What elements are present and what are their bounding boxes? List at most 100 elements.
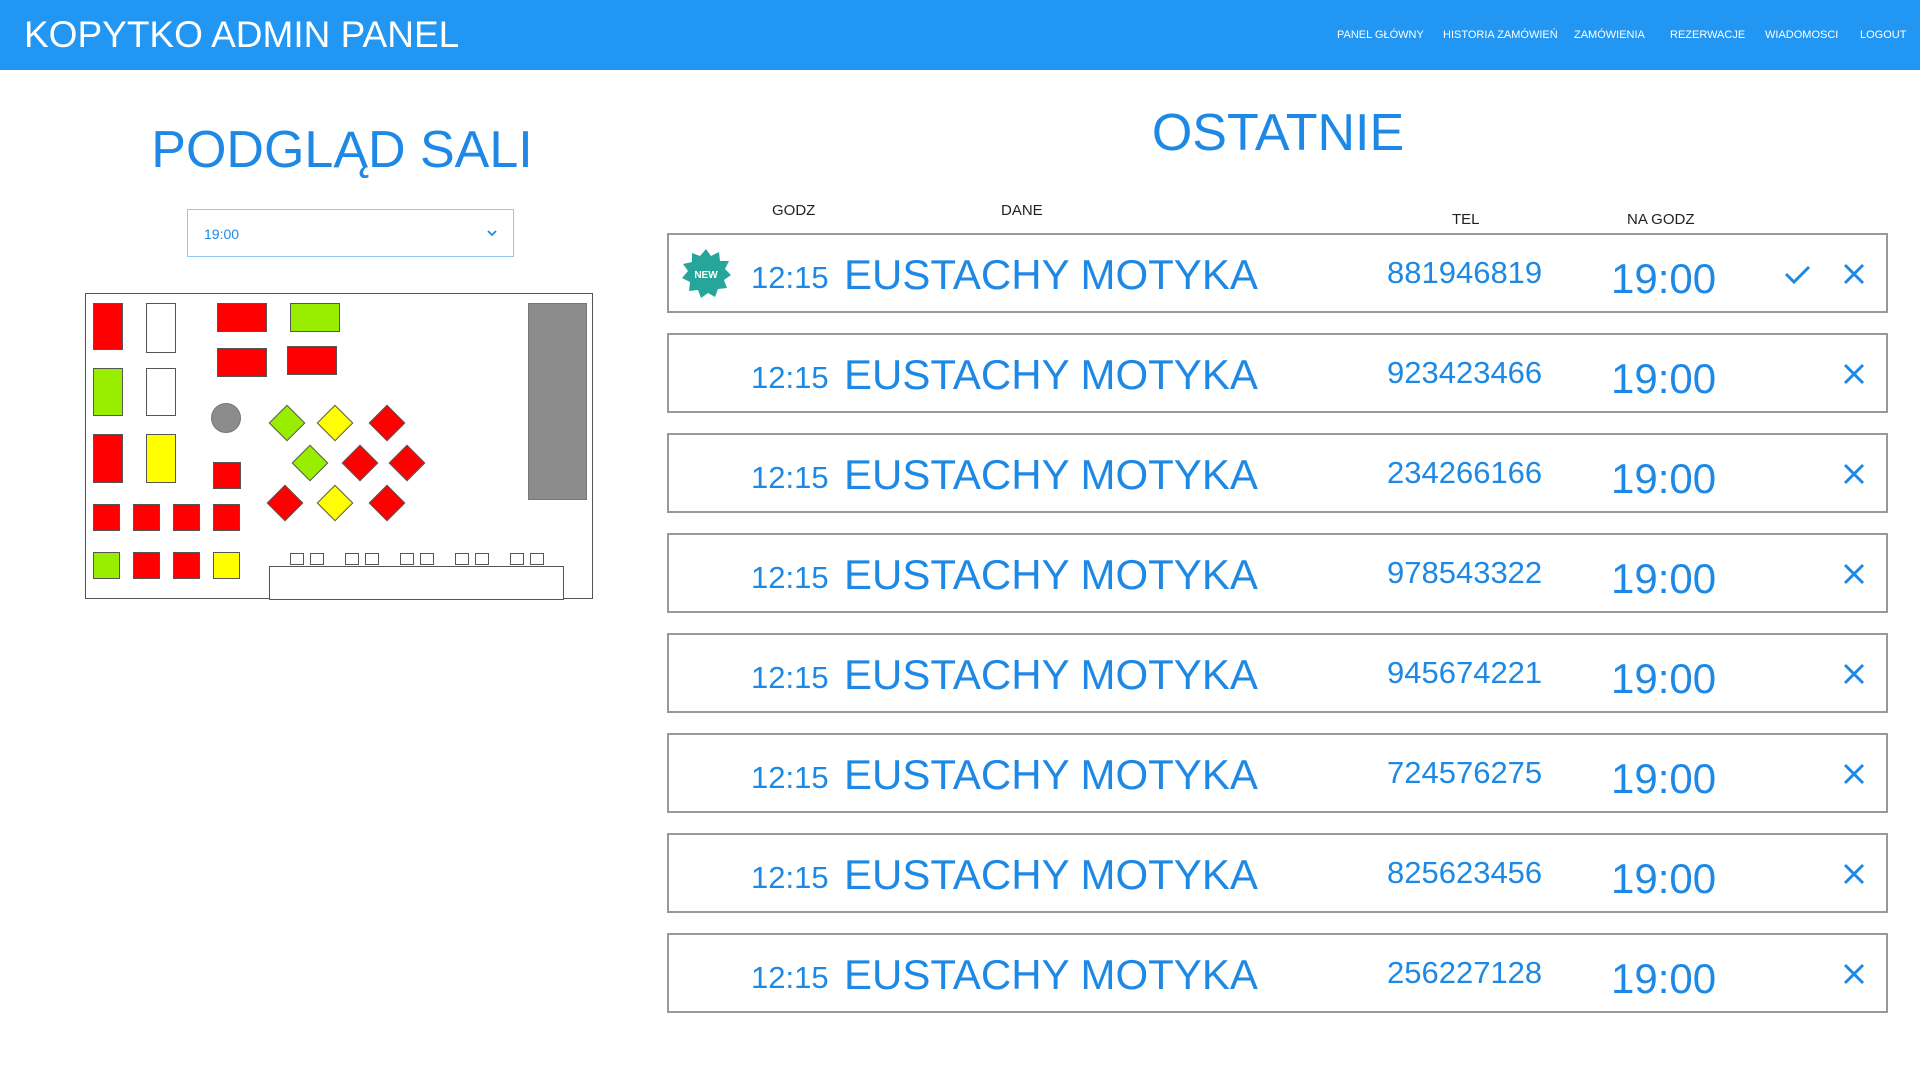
reservation-name: EUSTACHY MOTYKA: [844, 651, 1258, 698]
reservation-created-time: 12:15: [751, 260, 829, 295]
time-select-value: 19:00: [204, 226, 240, 242]
reservation-time: 19:00: [1611, 255, 1717, 302]
table[interactable]: [213, 552, 240, 579]
reservation-row[interactable]: 12:15 EUSTACHY MOTYKA 825623456 19:00: [667, 833, 1888, 913]
close-icon[interactable]: [1839, 559, 1869, 589]
column-header-tel: TEL: [1452, 211, 1480, 228]
table-diamond[interactable]: [368, 404, 406, 442]
table[interactable]: [217, 303, 267, 332]
bar-seat[interactable]: [455, 553, 469, 565]
reservation-name: EUSTACHY MOTYKA: [844, 551, 1258, 598]
app-title[interactable]: KOPYTKO ADMIN PANEL: [24, 14, 459, 56]
bar-seat[interactable]: [530, 553, 544, 565]
reservation-created-time: 12:15: [751, 460, 829, 495]
round-table[interactable]: [211, 403, 241, 433]
nav-wiadomosci[interactable]: WIADOMOSCI: [1765, 29, 1838, 41]
reservation-row[interactable]: 12:15 EUSTACHY MOTYKA 256227128 19:00: [667, 933, 1888, 1013]
reservation-created-time: 12:15: [751, 860, 829, 895]
nav-logout[interactable]: LOGOUT: [1860, 29, 1906, 41]
reservation-name: EUSTACHY MOTYKA: [844, 751, 1258, 798]
reservation-row[interactable]: 12:15 EUSTACHY MOTYKA 978543322 19:00: [667, 533, 1888, 613]
table[interactable]: [133, 552, 160, 579]
close-icon[interactable]: [1839, 659, 1869, 689]
table[interactable]: [213, 462, 241, 489]
reservation-phone: 234266166: [1387, 455, 1543, 490]
column-header-name: DANE: [1001, 202, 1043, 219]
reservation-created-time: 12:15: [751, 560, 829, 595]
table-diamond[interactable]: [316, 404, 354, 442]
close-icon[interactable]: [1839, 859, 1869, 889]
nav-zamowienia[interactable]: ZAMÓWIENIA: [1574, 29, 1645, 41]
new-badge-icon: NEW: [682, 249, 731, 298]
reservation-time: 19:00: [1611, 855, 1717, 902]
table[interactable]: [93, 504, 120, 531]
column-header-at: NA GODZ: [1627, 211, 1695, 228]
nav-panel-glowny[interactable]: PANEL GŁÓWNY: [1337, 29, 1424, 41]
reservation-time: 19:00: [1611, 955, 1717, 1002]
table[interactable]: [133, 504, 160, 531]
table-diamond[interactable]: [341, 444, 379, 482]
table[interactable]: [146, 368, 176, 416]
reservation-name: EUSTACHY MOTYKA: [844, 351, 1258, 398]
reservation-row[interactable]: 12:15 EUSTACHY MOTYKA 724576275 19:00: [667, 733, 1888, 813]
serving-counter: [269, 566, 564, 600]
close-icon[interactable]: [1839, 359, 1869, 389]
reservation-row[interactable]: 12:15 EUSTACHY MOTYKA 945674221 19:00: [667, 633, 1888, 713]
reservation-name: EUSTACHY MOTYKA: [844, 851, 1258, 898]
bar-seat[interactable]: [365, 553, 379, 565]
table-diamond[interactable]: [368, 484, 406, 522]
reservation-time: 19:00: [1611, 755, 1717, 802]
chevron-down-icon: [487, 230, 497, 237]
table-diamond[interactable]: [316, 484, 354, 522]
bar-seat[interactable]: [345, 553, 359, 565]
table[interactable]: [93, 303, 123, 350]
table[interactable]: [93, 552, 120, 579]
close-icon[interactable]: [1839, 759, 1869, 789]
table[interactable]: [173, 552, 200, 579]
bar-seat[interactable]: [510, 553, 524, 565]
table[interactable]: [146, 434, 176, 483]
close-icon[interactable]: [1839, 459, 1869, 489]
table[interactable]: [287, 346, 337, 375]
reservation-row[interactable]: NEW 12:15 EUSTACHY MOTYKA 881946819 19:00: [667, 233, 1888, 313]
reservation-name: EUSTACHY MOTYKA: [844, 951, 1258, 998]
reservation-time: 19:00: [1611, 455, 1717, 502]
reservation-time: 19:00: [1611, 555, 1717, 602]
table-diamond[interactable]: [388, 444, 426, 482]
bar-seat[interactable]: [290, 553, 304, 565]
bar-seat[interactable]: [475, 553, 489, 565]
bar-seat[interactable]: [400, 553, 414, 565]
column-header-time: GODZ: [772, 202, 816, 219]
nav-historia-zamowien[interactable]: HISTORIA ZAMÓWIEŃ: [1443, 29, 1558, 41]
time-select[interactable]: 19:00: [187, 209, 514, 257]
table[interactable]: [173, 504, 200, 531]
reservation-row[interactable]: 12:15 EUSTACHY MOTYKA 234266166 19:00: [667, 433, 1888, 513]
table-diamond[interactable]: [268, 404, 306, 442]
reservation-phone: 945674221: [1387, 655, 1543, 690]
reservation-created-time: 12:15: [751, 660, 829, 695]
table[interactable]: [93, 434, 123, 483]
reservation-phone: 881946819: [1387, 255, 1543, 290]
reservation-name: EUSTACHY MOTYKA: [844, 451, 1258, 498]
table-diamond[interactable]: [291, 444, 329, 482]
reservation-phone: 825623456: [1387, 855, 1543, 890]
reservation-row[interactable]: 12:15 EUSTACHY MOTYKA 923423466 19:00: [667, 333, 1888, 413]
bar-seat[interactable]: [310, 553, 324, 565]
table[interactable]: [213, 504, 240, 531]
table[interactable]: [146, 303, 176, 353]
table-diamond[interactable]: [266, 484, 304, 522]
close-icon[interactable]: [1839, 259, 1869, 289]
reservation-time: 19:00: [1611, 655, 1717, 702]
hall-map: [85, 293, 593, 600]
table[interactable]: [93, 368, 123, 416]
recent-title: OSTATNIE: [1151, 104, 1405, 162]
reservation-phone: 978543322: [1387, 555, 1543, 590]
hall-preview-title: PODGLĄD SALI: [151, 121, 533, 179]
table[interactable]: [290, 303, 340, 332]
close-icon[interactable]: [1839, 959, 1869, 989]
check-icon[interactable]: [1782, 259, 1812, 289]
nav-rezerwacje[interactable]: REZERWACJE: [1670, 29, 1745, 41]
bar-seat[interactable]: [420, 553, 434, 565]
table[interactable]: [217, 348, 267, 377]
reservation-phone: 256227128: [1387, 955, 1543, 990]
